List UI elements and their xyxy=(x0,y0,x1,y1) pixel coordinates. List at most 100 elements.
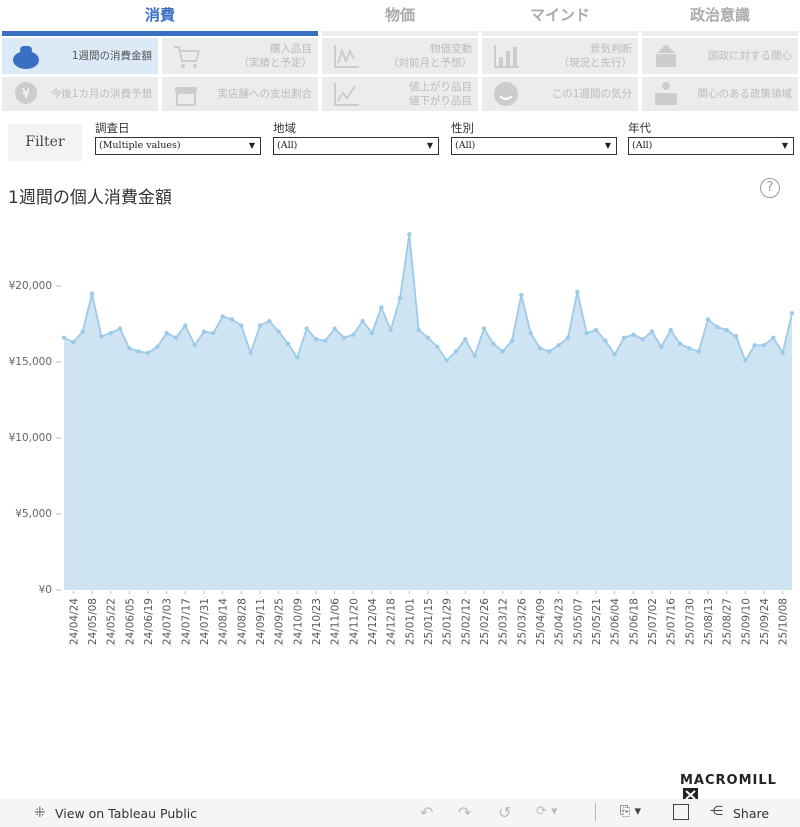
data-point[interactable] xyxy=(295,355,300,360)
data-point[interactable] xyxy=(99,333,104,339)
data-point[interactable] xyxy=(164,330,169,336)
data-point[interactable] xyxy=(453,349,459,354)
data-point[interactable] xyxy=(80,329,85,334)
x-tick-label: 25/07/16 xyxy=(666,598,678,645)
data-point[interactable] xyxy=(463,337,468,342)
data-point[interactable] xyxy=(677,341,683,346)
data-point[interactable] xyxy=(239,323,244,328)
refresh-icon[interactable]: ⟳ ▾ xyxy=(536,804,558,819)
data-point[interactable] xyxy=(612,352,617,357)
data-point[interactable] xyxy=(276,329,281,334)
data-point[interactable] xyxy=(183,323,188,328)
redo-icon[interactable]: ↷ xyxy=(458,803,471,822)
data-point[interactable] xyxy=(771,335,776,340)
data-point[interactable] xyxy=(117,326,123,331)
fullscreen-icon[interactable] xyxy=(673,804,689,820)
data-point[interactable] xyxy=(444,358,449,363)
data-point[interactable] xyxy=(257,323,263,328)
data-point[interactable] xyxy=(127,346,132,351)
data-point[interactable] xyxy=(360,318,365,324)
data-point[interactable] xyxy=(71,340,76,345)
data-point[interactable] xyxy=(481,326,487,331)
data-point[interactable] xyxy=(323,338,328,343)
data-point[interactable] xyxy=(500,349,505,354)
data-point[interactable] xyxy=(603,338,608,343)
data-point[interactable] xyxy=(593,327,599,333)
data-point[interactable] xyxy=(584,330,589,336)
data-point[interactable] xyxy=(509,338,515,343)
share-icon[interactable]: ⋲ xyxy=(710,804,723,819)
data-point[interactable] xyxy=(425,335,431,340)
data-point[interactable] xyxy=(285,341,291,346)
data-point[interactable] xyxy=(659,344,664,349)
x-tick-label: 25/03/12 xyxy=(498,598,510,645)
data-point[interactable] xyxy=(136,349,141,354)
data-point[interactable] xyxy=(435,344,440,349)
data-point[interactable] xyxy=(715,324,720,330)
data-point[interactable] xyxy=(379,305,384,310)
share-button[interactable]: Share xyxy=(733,806,769,821)
data-point[interactable] xyxy=(248,350,253,356)
data-point[interactable] xyxy=(267,318,272,324)
data-point[interactable] xyxy=(761,343,767,348)
data-point[interactable] xyxy=(631,332,636,337)
data-point[interactable] xyxy=(397,295,403,301)
tableau-logo-icon: ⁜ xyxy=(34,805,46,821)
data-point[interactable] xyxy=(416,327,421,333)
data-point[interactable] xyxy=(304,326,309,331)
data-point[interactable] xyxy=(649,329,655,334)
data-point[interactable] xyxy=(519,292,524,298)
x-tick-label: 25/05/21 xyxy=(591,598,603,645)
data-point[interactable] xyxy=(145,350,151,356)
data-point[interactable] xyxy=(155,344,160,349)
data-point[interactable] xyxy=(89,291,95,296)
undo-icon[interactable]: ↶ xyxy=(420,803,433,822)
data-point[interactable] xyxy=(211,330,216,336)
data-point[interactable] xyxy=(108,330,113,336)
data-point[interactable] xyxy=(780,350,785,356)
data-point[interactable] xyxy=(201,329,207,334)
x-tick-label: 24/09/11 xyxy=(255,598,267,645)
x-tick-label: 25/03/26 xyxy=(516,598,528,645)
download-icon[interactable]: ⎘ ▾ xyxy=(620,804,641,819)
divider xyxy=(595,803,596,821)
data-point[interactable] xyxy=(789,311,795,316)
data-point[interactable] xyxy=(537,346,543,351)
tableau-toolbar: ⁜ View on Tableau Public ↶ ↷ ↺ ⟳ ▾ ⎘ ▾ ⋲… xyxy=(0,799,800,827)
data-point[interactable] xyxy=(192,343,197,348)
data-point[interactable] xyxy=(705,317,711,322)
x-tick-label: 25/02/12 xyxy=(460,598,472,645)
data-point[interactable] xyxy=(220,314,225,319)
data-point[interactable] xyxy=(173,335,179,340)
data-point[interactable] xyxy=(687,346,692,351)
data-point[interactable] xyxy=(332,326,337,331)
data-point[interactable] xyxy=(743,358,748,363)
data-point[interactable] xyxy=(621,335,627,340)
data-point[interactable] xyxy=(388,327,393,333)
area-chart: 24/04/24 24/05/08 24/05/22 24/06/05 24/06/19… xyxy=(56,232,795,645)
data-point[interactable] xyxy=(528,330,533,336)
data-point[interactable] xyxy=(61,335,67,340)
data-point[interactable] xyxy=(341,335,347,340)
data-point[interactable] xyxy=(556,343,561,348)
data-point[interactable] xyxy=(752,343,757,348)
data-point[interactable] xyxy=(640,337,645,342)
data-point[interactable] xyxy=(351,332,356,337)
data-point[interactable] xyxy=(472,353,477,359)
data-point[interactable] xyxy=(565,335,571,340)
data-point[interactable] xyxy=(575,289,580,295)
revert-icon[interactable]: ↺ xyxy=(498,803,511,822)
x-tick-label: 24/10/23 xyxy=(311,598,323,645)
x-tick-label: 24/09/25 xyxy=(274,598,286,645)
view-on-tableau-link[interactable]: View on Tableau Public xyxy=(55,806,197,821)
data-point[interactable] xyxy=(724,327,729,333)
data-point[interactable] xyxy=(733,333,739,339)
data-point[interactable] xyxy=(229,317,235,322)
data-point[interactable] xyxy=(313,337,319,342)
data-point[interactable] xyxy=(407,232,412,237)
data-point[interactable] xyxy=(547,349,552,354)
data-point[interactable] xyxy=(696,349,701,354)
data-point[interactable] xyxy=(369,330,375,336)
data-point[interactable] xyxy=(491,341,496,346)
data-point[interactable] xyxy=(668,327,673,333)
